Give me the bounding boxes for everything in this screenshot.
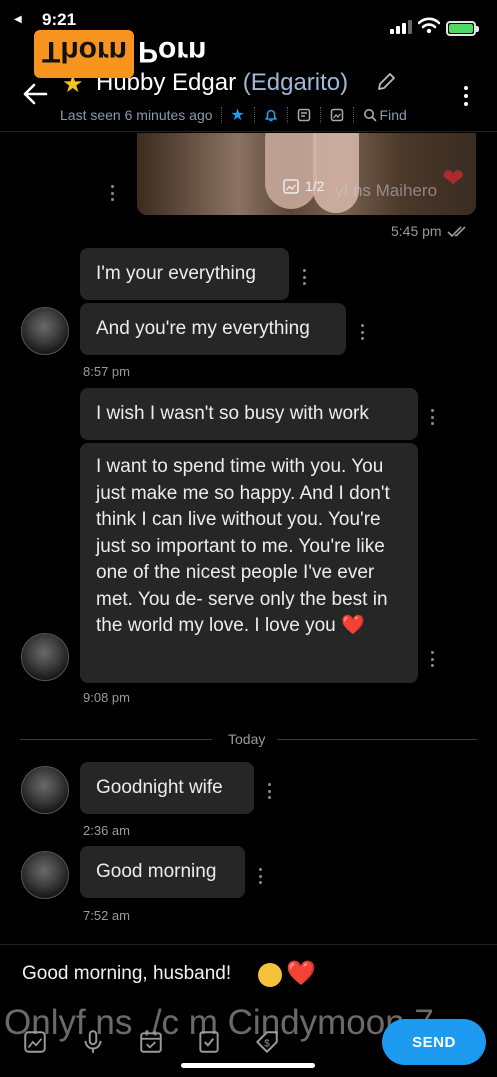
read-checkmarks-icon [447,226,466,238]
image-icon[interactable] [22,1029,48,1055]
message-time: 5:45 pm [391,223,442,239]
home-indicator[interactable] [181,1063,315,1068]
message-time: 7:52 am [83,908,130,923]
date-divider-label: Today [228,731,266,747]
contact-nickname: (Edgarito) [242,69,349,96]
smiling-face-with-hearts-emoji [258,963,282,987]
message-time: 8:57 pm [83,364,130,379]
message-options-icon[interactable] [111,185,115,201]
send-button[interactable]: SEND [382,1019,486,1065]
calendar-icon[interactable] [138,1029,164,1055]
back-to-app-icon[interactable]: ◀ [14,14,22,25]
date-divider: Today [20,731,477,747]
price-tag-icon[interactable]: $ [254,1029,280,1055]
message-bubble[interactable]: I'm your everything [80,248,289,300]
star-icon[interactable]: ★ [230,107,246,124]
checklist-icon[interactable] [196,1029,222,1055]
back-arrow-icon[interactable] [22,82,48,106]
message-options-icon[interactable] [431,651,435,667]
compose-area: Good morning, husband! ❤️ Onlyf ns ./c m… [0,944,497,1077]
avatar[interactable] [21,307,69,355]
red-heart-emoji: ❤️ [341,615,365,636]
message-bubble[interactable]: I want to spend time with you. You just … [80,443,418,683]
avatar[interactable] [21,633,69,681]
avatar[interactable] [21,851,69,899]
battery-icon [446,21,479,36]
message-options-icon[interactable] [268,783,272,799]
message-time: 2:36 am [83,823,130,838]
message-bubble[interactable]: And you're my everything [80,303,346,355]
message-bubble[interactable]: Goodnight wife [80,762,254,814]
message-bubble[interactable]: Good morning [80,846,245,898]
header-subrow: Last seen 6 minutes ago ★ Find [60,104,407,126]
message-options-icon[interactable] [361,324,365,340]
message-time: 9:08 pm [83,690,130,705]
svg-text:$: $ [264,1038,270,1049]
message-list[interactable]: 1/2 yf ns Maihero ❤ 5:45 pm I'm your eve… [0,133,497,943]
media-icon[interactable] [329,107,345,123]
status-time: 9:21 [42,10,77,29]
bell-icon[interactable] [263,107,279,123]
cellular-signal-icon [390,20,412,34]
message-text: I want to spend time with you. You just … [96,456,390,636]
compose-toolbar: $ [22,1029,280,1055]
microphone-icon[interactable] [80,1029,106,1055]
watermark-logo-part2: Porn [138,35,207,68]
message-options-icon[interactable] [431,409,435,425]
message-input[interactable]: Good morning, husband! [22,963,231,985]
pencil-icon[interactable] [376,72,396,92]
message-options-icon[interactable] [303,269,307,285]
avatar[interactable] [21,766,69,814]
media-message[interactable]: 1/2 yf ns Maihero ❤ [137,133,476,215]
notes-icon[interactable] [296,107,312,123]
search-icon[interactable] [362,107,378,123]
more-icon[interactable] [464,86,468,106]
media-watermark: yf ns Maihero [335,181,438,200]
wifi-icon [418,17,440,34]
heart-icon: ❤ [442,163,464,193]
watermark-logo: Thorn Porn [34,30,212,78]
find-button[interactable]: Find [380,107,407,123]
watermark-logo-part1: Thorn [42,35,127,68]
red-heart-emoji: ❤️ [286,960,316,987]
media-counter: 1/2 [283,178,324,194]
message-options-icon[interactable] [259,868,263,884]
gallery-icon [283,178,299,194]
last-seen-text: Last seen 6 minutes ago [60,107,213,123]
message-bubble[interactable]: I wish I wasn't so busy with work [80,388,418,440]
